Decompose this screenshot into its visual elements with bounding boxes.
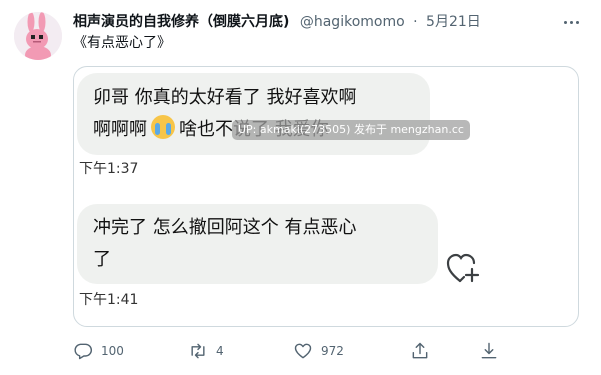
author-display-name[interactable]: 相声演员的自我修养（倒膜六月底) — [73, 14, 289, 30]
more-options-button[interactable] — [560, 12, 582, 32]
avatar[interactable] — [14, 12, 62, 60]
reply-button[interactable]: 100 — [73, 339, 124, 363]
more-dot-icon — [563, 20, 567, 24]
bunny-avatar-icon — [14, 12, 62, 60]
more-dot-icon — [569, 20, 573, 24]
more-dot-icon — [575, 20, 579, 24]
watermark: UP: akmaki(273505) 发布于 mengzhan.cc — [232, 120, 470, 140]
message-bubble: 卯哥 你真的太好看了 我好喜欢啊 啊啊啊啥也不说了 我爱你 — [77, 73, 430, 155]
tweet-header: 相声演员的自我修养（倒膜六月底) @hagikomomo · 5月21日 — [73, 12, 481, 32]
reply-icon — [74, 343, 93, 360]
tweet-actions: 100 4 972 — [73, 339, 579, 363]
tweet-text: 《有点恶心了》 — [73, 35, 171, 51]
tweet: 相声演员的自我修养（倒膜六月底) @hagikomomo · 5月21日 《有点… — [0, 0, 601, 375]
message-line: 冲完了 怎么撤回阿这个 有点恶心 — [93, 217, 357, 238]
share-icon — [412, 342, 428, 359]
message-time: 下午1:41 — [79, 292, 139, 308]
retweet-count: 4 — [216, 344, 224, 358]
tweet-date[interactable]: 5月21日 — [426, 14, 481, 30]
tweet-media-screenshot[interactable]: 卯哥 你真的太好看了 我好喜欢啊 啊啊啊啥也不说了 我爱你 下午1:37 冲完了… — [73, 66, 579, 327]
heart-plus-icon — [446, 253, 480, 283]
message-time: 下午1:37 — [79, 161, 139, 177]
message-bubble: 冲完了 怎么撤回阿这个 有点恶心 了 — [77, 204, 438, 284]
like-button[interactable]: 972 — [293, 339, 344, 363]
heart-icon — [294, 343, 312, 359]
retweet-button[interactable]: 4 — [188, 339, 224, 363]
share-button[interactable] — [410, 339, 430, 363]
like-count: 972 — [321, 344, 344, 358]
retweet-icon — [191, 343, 205, 359]
reply-count: 100 — [101, 344, 124, 358]
message-line: 卯哥 你真的太好看了 我好喜欢啊 — [93, 87, 357, 108]
loudly-crying-face-icon — [151, 115, 175, 139]
author-handle[interactable]: @hagikomomo — [300, 14, 405, 30]
download-icon — [481, 342, 497, 359]
message-line: 了 — [93, 249, 111, 270]
message-line: 啊啊啊 — [93, 119, 147, 140]
separator-dot: · — [413, 14, 418, 30]
download-button[interactable] — [479, 339, 499, 363]
